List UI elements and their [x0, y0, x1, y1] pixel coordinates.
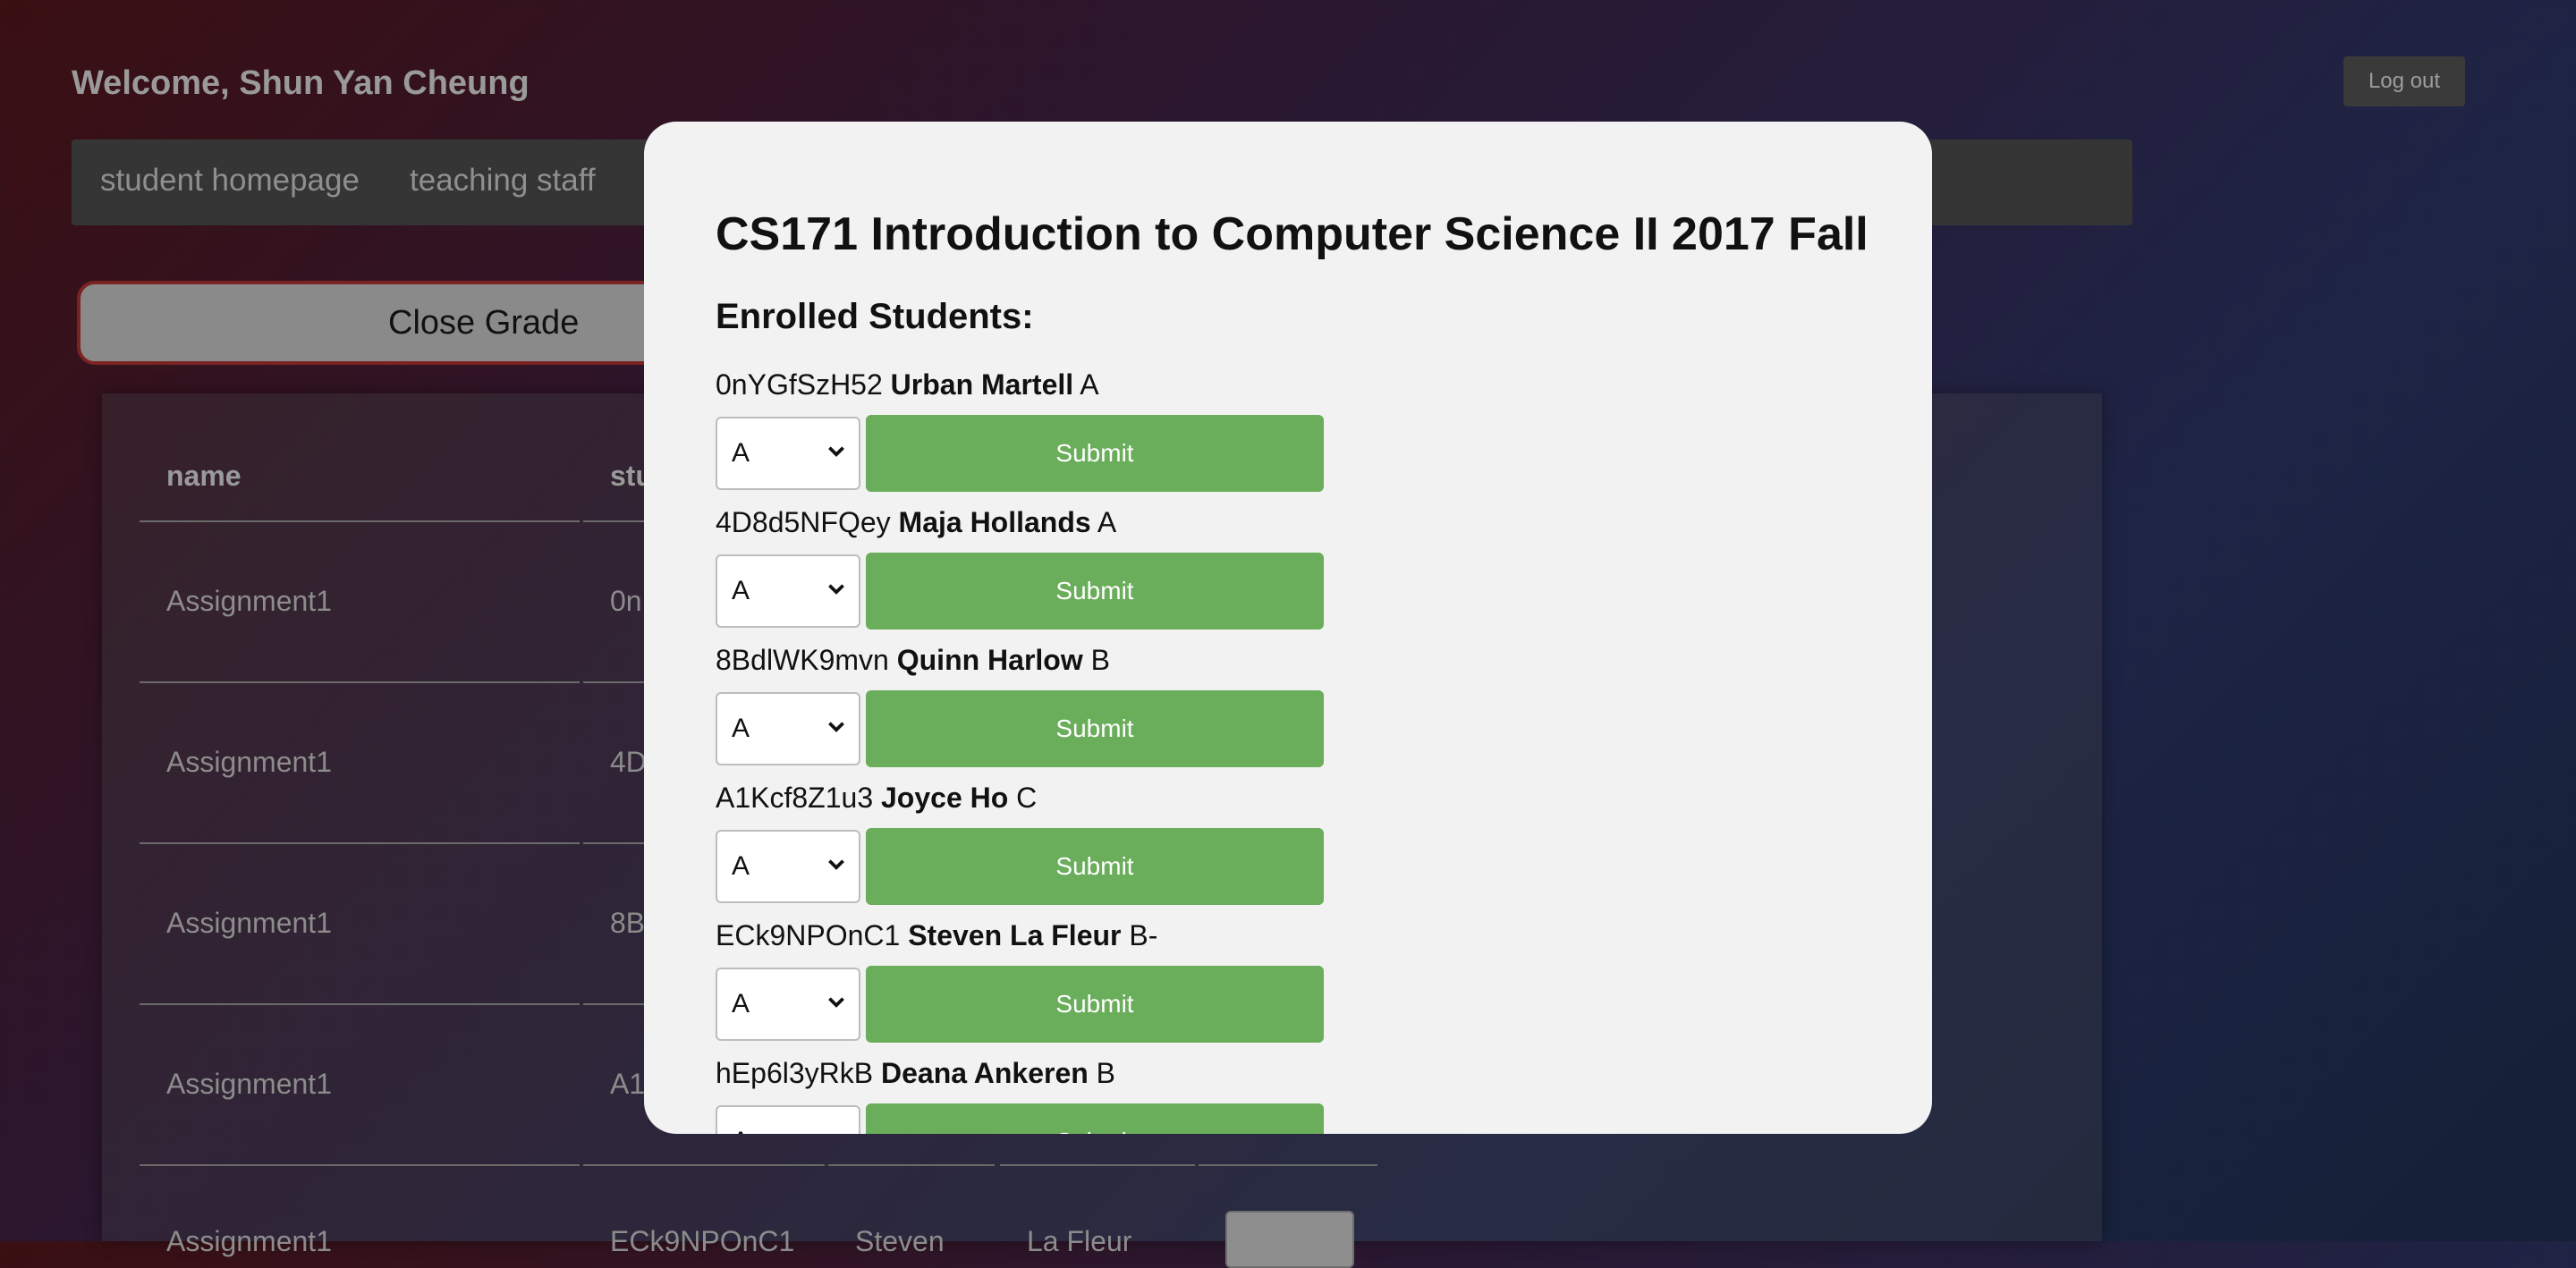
- grade-select-value: A: [732, 714, 750, 743]
- row-divider: [583, 1164, 825, 1166]
- chevron-down-icon: [825, 1129, 848, 1134]
- student-grade: A: [1080, 368, 1099, 401]
- student-entry: 8BdlWK9mvn Quinn Harlow B: [716, 644, 1110, 677]
- submit-button[interactable]: Submit: [866, 690, 1324, 767]
- student-entry: 0nYGfSzH52 Urban Martell A: [716, 368, 1099, 402]
- student-grade: B: [1096, 1057, 1116, 1089]
- table-cell-student: ECk9NPOnC1: [610, 1225, 795, 1257]
- course-title: CS171 Introduction to Computer Science I…: [716, 208, 1868, 260]
- student-name: Quinn Harlow: [896, 644, 1083, 676]
- grade-select[interactable]: A: [716, 417, 860, 490]
- student-id: hEp6l3yRkB: [716, 1057, 874, 1089]
- submit-button[interactable]: Submit: [866, 966, 1324, 1043]
- logout-button[interactable]: Log out: [2343, 56, 2465, 106]
- student-grade: B: [1090, 644, 1110, 676]
- submit-button[interactable]: Submit: [866, 553, 1324, 630]
- grade-select-value: A: [732, 438, 750, 468]
- student-entry: 4D8d5NFQey Maja Hollands A: [716, 506, 1116, 539]
- submit-button[interactable]: Submit: [866, 415, 1324, 492]
- table-cell-name: Assignment1: [166, 1068, 332, 1100]
- student-name: Joyce Ho: [881, 782, 1009, 814]
- student-entry: hEp6l3yRkB Deana Ankeren B: [716, 1057, 1115, 1090]
- chevron-down-icon: [828, 859, 844, 870]
- table-cell-name: Assignment1: [166, 585, 332, 617]
- submit-button[interactable]: Submit: [866, 828, 1324, 905]
- table-cell-student: 4D: [610, 746, 647, 778]
- table-cell-student: 0n: [610, 585, 642, 617]
- chevron-down-icon: [828, 997, 844, 1008]
- row-divider: [140, 1164, 580, 1166]
- grade-select[interactable]: A: [716, 968, 860, 1041]
- grade-modal: CS171 Introduction to Computer Science I…: [644, 122, 1932, 1134]
- row-divider: [828, 1164, 995, 1166]
- grade-select-value: A: [732, 1127, 750, 1134]
- student-name: Steven La Fleur: [908, 919, 1122, 951]
- submit-button[interactable]: Submit: [866, 1103, 1324, 1134]
- table-cell-name: Assignment1: [166, 1225, 332, 1257]
- student-id: A1Kcf8Z1u3: [716, 782, 874, 814]
- student-id: ECk9NPOnC1: [716, 919, 901, 951]
- row-divider: [140, 842, 580, 844]
- row-divider: [140, 681, 580, 683]
- student-name: Maja Hollands: [898, 506, 1091, 538]
- table-cell-last-name: La Fleur: [1027, 1225, 1132, 1257]
- grade-select[interactable]: A: [716, 692, 860, 765]
- student-name: Deana Ankeren: [880, 1057, 1089, 1089]
- grade-select-value: A: [732, 851, 750, 881]
- grade-select-value: A: [732, 989, 750, 1019]
- row-divider: [1000, 1164, 1195, 1166]
- row-action-button[interactable]: [1225, 1211, 1354, 1268]
- student-name: Urban Martell: [890, 368, 1074, 401]
- student-id: 8BdlWK9mvn: [716, 644, 889, 676]
- grade-select[interactable]: A: [716, 554, 860, 628]
- table-cell-name: Assignment1: [166, 907, 332, 939]
- student-grade: B-: [1129, 919, 1158, 951]
- table-cell-student: 8B: [610, 907, 646, 939]
- student-grade: C: [1016, 782, 1038, 814]
- table-cell-first-name: Steven: [855, 1225, 945, 1257]
- student-entry: A1Kcf8Z1u3 Joyce Ho C: [716, 782, 1037, 815]
- table-cell-student: A1: [610, 1068, 646, 1100]
- chevron-down-icon: [828, 722, 844, 732]
- chevron-down-icon: [828, 446, 844, 457]
- enrolled-students-heading: Enrolled Students:: [716, 297, 1034, 336]
- row-divider: [140, 1003, 580, 1005]
- grade-select-value: A: [732, 576, 750, 605]
- student-id: 0nYGfSzH52: [716, 368, 883, 401]
- nav-item-teaching-staff[interactable]: teaching staff: [410, 163, 596, 199]
- row-divider: [1199, 1164, 1377, 1166]
- chevron-down-icon: [828, 584, 844, 595]
- column-header-name: name: [166, 460, 242, 492]
- student-id: 4D8d5NFQey: [716, 506, 891, 538]
- nav-item-student-homepage[interactable]: student homepage: [100, 163, 360, 199]
- welcome-heading: Welcome, Shun Yan Cheung: [72, 64, 530, 102]
- table-cell-name: Assignment1: [166, 746, 332, 778]
- row-divider: [140, 520, 580, 522]
- student-entry: ECk9NPOnC1 Steven La Fleur B-: [716, 919, 1157, 952]
- grade-select[interactable]: A: [716, 1105, 860, 1134]
- grade-select[interactable]: A: [716, 830, 860, 903]
- student-grade: A: [1097, 506, 1117, 538]
